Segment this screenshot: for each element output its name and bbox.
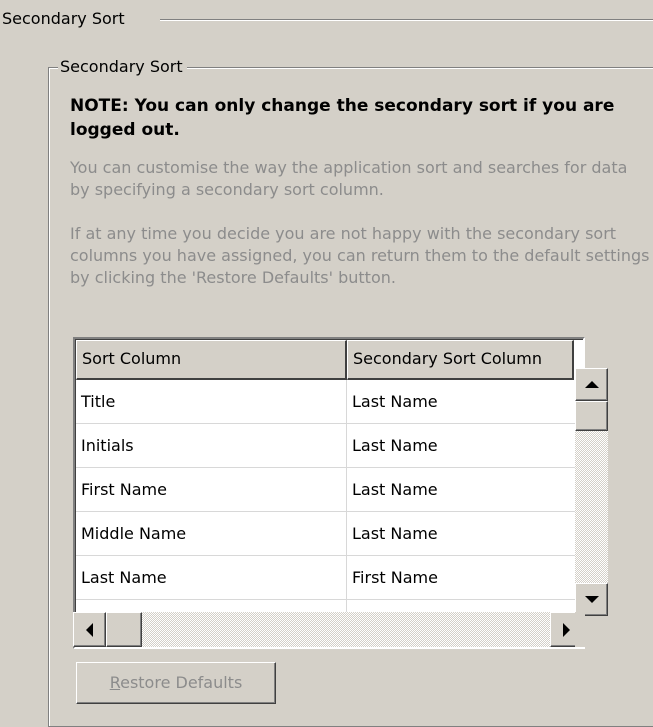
- horizontal-scroll-thumb[interactable]: [106, 612, 142, 647]
- table-row[interactable]: Title Last Name: [76, 380, 576, 424]
- vertical-scroll-thumb[interactable]: [575, 401, 608, 431]
- column-header-sort-column[interactable]: Sort Column: [76, 340, 347, 380]
- restore-defaults-accelerator: R: [109, 673, 121, 692]
- table-row[interactable]: First Name Last Name: [76, 468, 576, 512]
- restore-info-text: If at any time you decide you are not ha…: [70, 224, 650, 287]
- sort-column-cell[interactable]: First Name: [76, 468, 347, 512]
- sort-column-cell[interactable]: Title: [76, 380, 347, 424]
- outer-group-title: Secondary Sort: [2, 10, 129, 28]
- logout-note: NOTE: You can only change the secondary …: [70, 96, 615, 140]
- scroll-left-button[interactable]: [73, 612, 106, 647]
- sort-column-cell[interactable]: Initials: [76, 424, 347, 468]
- triangle-up-icon: [584, 381, 599, 388]
- table-row[interactable]: Initials Last Name: [76, 424, 576, 468]
- outer-group-divider: [160, 19, 653, 21]
- restore-defaults-label: estore Defaults: [120, 673, 243, 692]
- secondary-sort-cell[interactable]: Last Name: [347, 380, 576, 424]
- triangle-right-icon: [563, 622, 570, 637]
- column-header-secondary-sort-column[interactable]: Secondary Sort Column: [347, 340, 574, 380]
- triangle-down-icon: [584, 596, 599, 603]
- horizontal-scrollbar[interactable]: [73, 612, 583, 647]
- table-row[interactable]: Last Name First Name: [76, 556, 576, 600]
- sort-column-cell[interactable]: Last Name: [76, 556, 347, 600]
- sort-column-cell[interactable]: Middle Name: [76, 512, 347, 556]
- secondary-sort-cell[interactable]: Last Name: [347, 512, 576, 556]
- secondary-sort-cell[interactable]: Last Name: [347, 468, 576, 512]
- description-text: You can customise the way the applicatio…: [70, 158, 628, 199]
- secondary-sort-cell[interactable]: First Name: [347, 556, 576, 600]
- table-row[interactable]: Middle Name Last Name: [76, 512, 576, 556]
- scroll-up-button[interactable]: [575, 368, 608, 401]
- triangle-left-icon: [86, 622, 93, 637]
- group-title: Secondary Sort: [58, 57, 187, 77]
- scrollbar-corner: [575, 612, 585, 647]
- vertical-scrollbar[interactable]: [575, 368, 608, 616]
- secondary-sort-cell[interactable]: Last Name: [347, 424, 576, 468]
- restore-defaults-button[interactable]: Restore Defaults: [76, 662, 276, 704]
- sort-columns-grid[interactable]: Sort Column Secondary Sort Column Title …: [73, 337, 585, 649]
